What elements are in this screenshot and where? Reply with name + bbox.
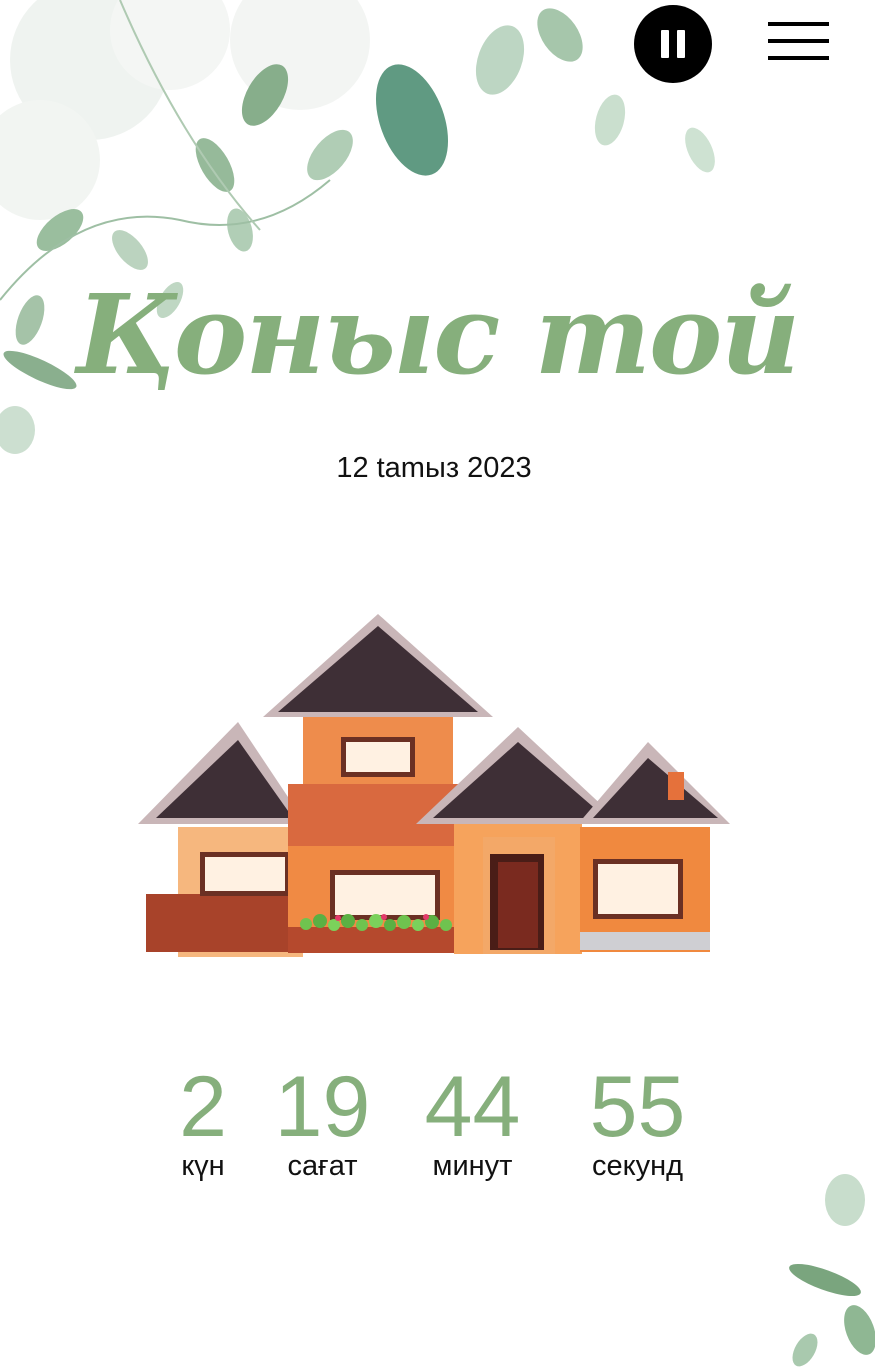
- countdown-seconds: 55 секунд: [570, 1062, 705, 1182]
- pause-icon-bar: [677, 30, 685, 58]
- floral-decoration-bottom: [789, 1174, 875, 1367]
- countdown-days-value: 2: [179, 1059, 227, 1155]
- hamburger-menu-line: [768, 39, 829, 43]
- countdown-timer: 2 күн 19 сағат 44 минут 55 секунд: [0, 1062, 875, 1192]
- countdown-hours-value: 19: [274, 1059, 371, 1155]
- pause-button[interactable]: [634, 5, 712, 83]
- hamburger-menu-line: [768, 56, 829, 60]
- menu-button[interactable]: [768, 22, 830, 64]
- hamburger-menu-icon: [768, 22, 829, 26]
- pause-icon: [661, 30, 669, 58]
- countdown-minutes-value: 44: [424, 1059, 521, 1155]
- event-date: 12 tamыз 2023: [336, 452, 532, 484]
- house-illustration: [138, 614, 730, 957]
- countdown-hours: 19 сағат: [265, 1062, 380, 1182]
- countdown-days-label: күн: [181, 1150, 225, 1182]
- countdown-minutes: 44 минут: [405, 1062, 540, 1182]
- countdown-seconds-value: 55: [589, 1059, 686, 1155]
- countdown-days: 2 күн: [163, 1062, 243, 1182]
- invitation-title: Қоныс той: [76, 270, 801, 399]
